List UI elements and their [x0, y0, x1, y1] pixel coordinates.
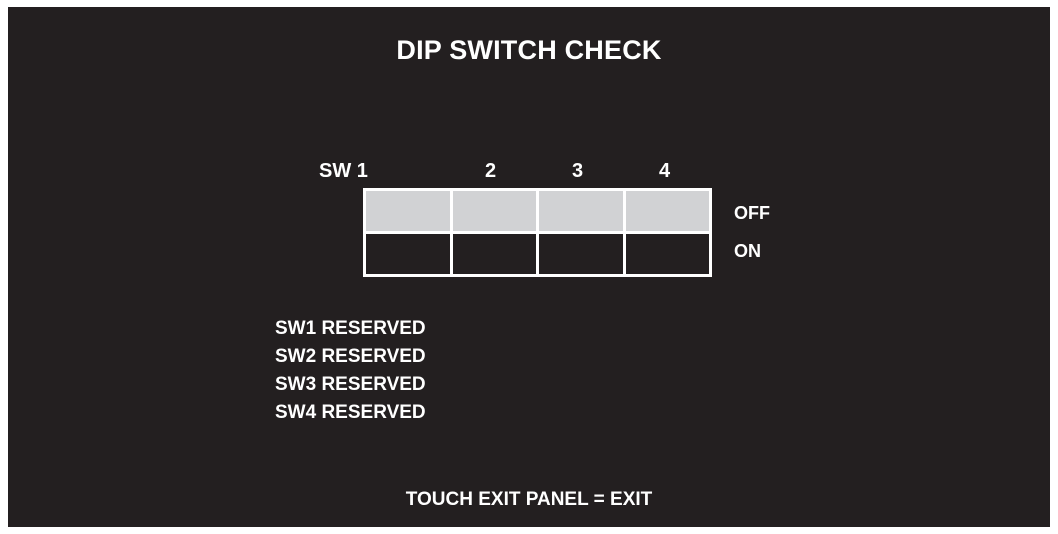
switch-2-off-cell — [452, 191, 536, 231]
page-title: DIP SWITCH CHECK — [396, 35, 662, 65]
switch-4-on-cell — [625, 234, 709, 274]
switch-2-on-cell — [452, 234, 536, 274]
reserved-list: SW1 RESERVED SW2 RESERVED SW3 RESERVED S… — [275, 315, 426, 427]
switch-3-off-cell — [539, 191, 623, 231]
reserved-item-sw1: SW1 RESERVED — [275, 318, 426, 339]
exit-instruction: TOUCH EXIT PANEL = EXIT — [405, 489, 653, 510]
on-row-label: ON — [734, 241, 761, 261]
switch-3-header: 3 — [572, 160, 584, 182]
switch-1-off-cell — [366, 191, 450, 231]
switch-1-on-cell — [366, 234, 450, 274]
reserved-item-sw4: SW4 RESERVED — [275, 402, 426, 423]
switch-2-header: 2 — [485, 160, 497, 182]
reserved-item-sw3: SW3 RESERVED — [275, 374, 426, 395]
switch-1-header: SW 1 — [319, 160, 368, 182]
switch-4-header: 4 — [659, 160, 671, 182]
reserved-item-sw2: SW2 RESERVED — [275, 346, 426, 367]
switch-4-off-cell — [625, 191, 709, 231]
off-row-label: OFF — [734, 203, 770, 223]
dip-switch-screen: DIP SWITCH CHECK SW 1 2 3 4 OFF ON SW1 R… — [8, 7, 1050, 527]
switch-3-on-cell — [539, 234, 623, 274]
dip-switch-grid — [363, 188, 712, 277]
